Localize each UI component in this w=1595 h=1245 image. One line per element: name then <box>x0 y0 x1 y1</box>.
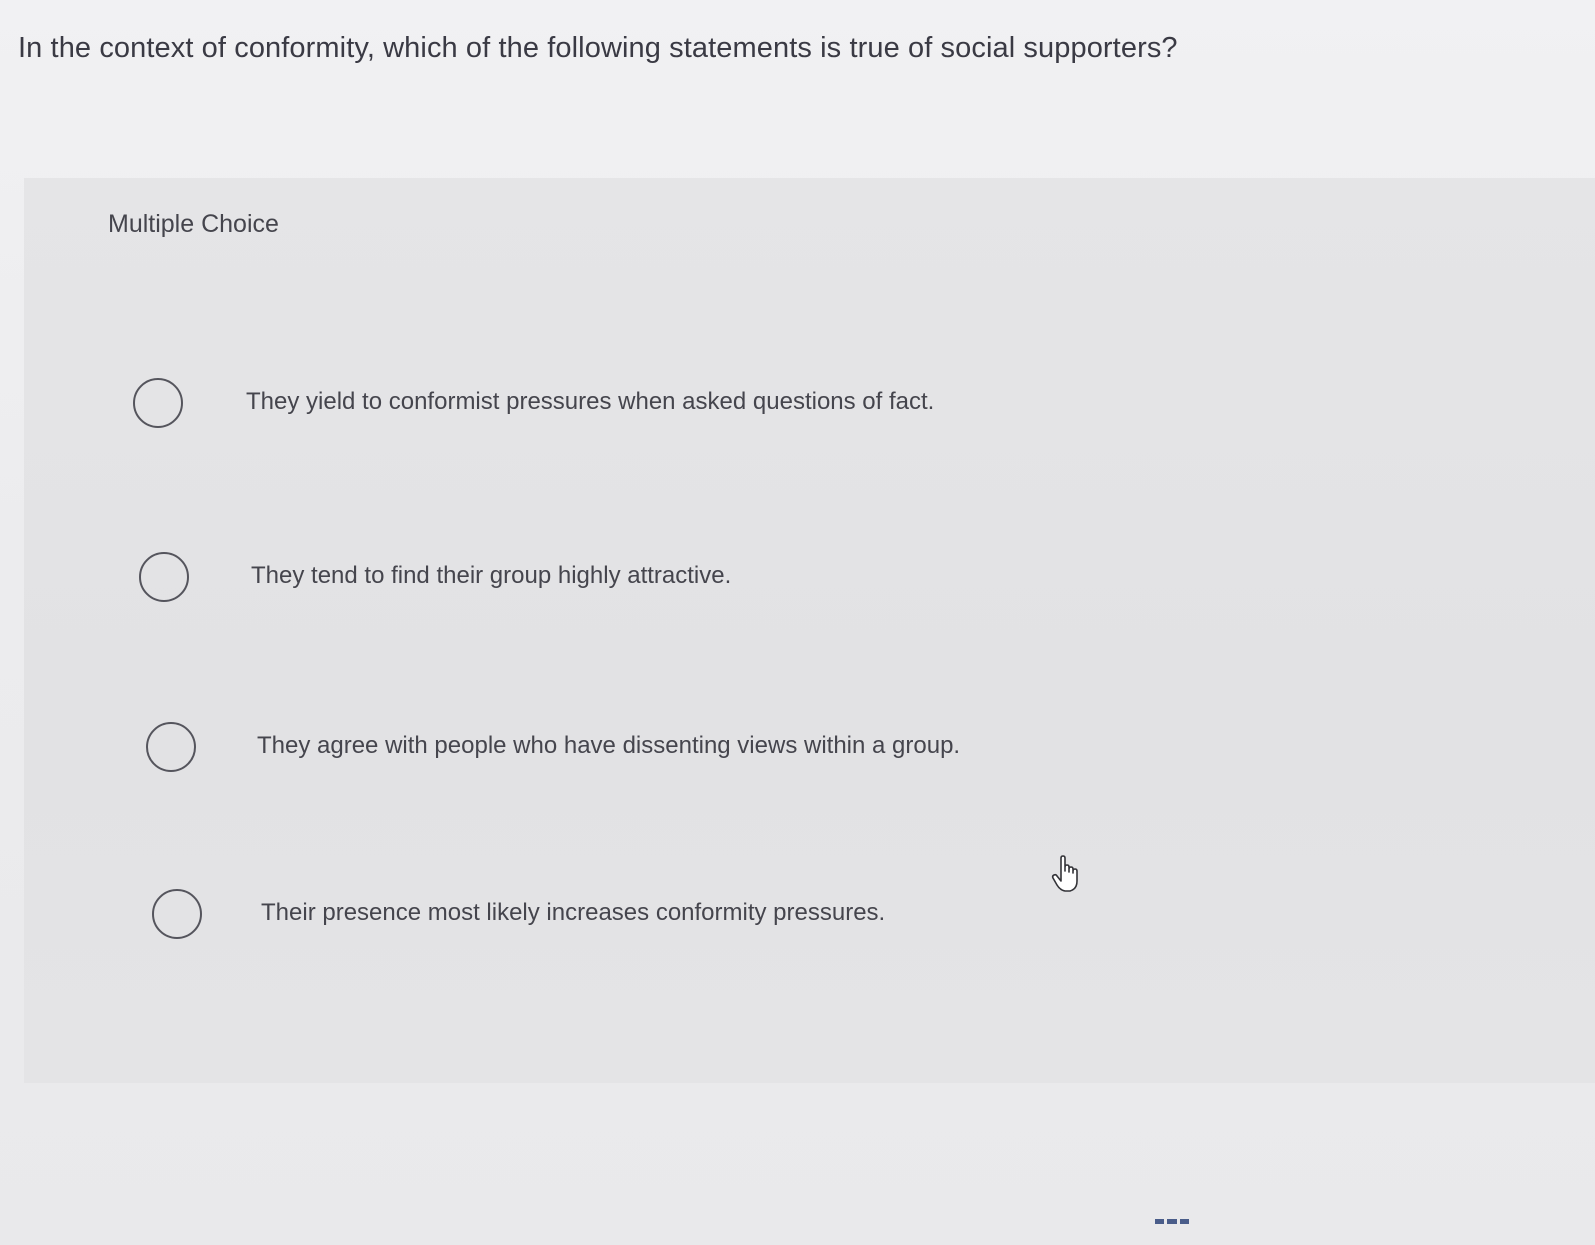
radio-button-icon[interactable] <box>139 552 189 602</box>
answer-option-label[interactable]: They tend to find their group highly att… <box>251 562 731 590</box>
question-text: In the context of conformity, which of t… <box>18 32 1178 64</box>
radio-button-icon[interactable] <box>133 378 183 428</box>
answer-option-1[interactable]: They yield to conformist pressures when … <box>133 374 1033 434</box>
answer-option-label[interactable]: Their presence most likely increases con… <box>261 899 885 927</box>
question-type-label: Multiple Choice <box>108 210 279 238</box>
answer-option-label[interactable]: They agree with people who have dissenti… <box>257 732 960 760</box>
radio-button-icon[interactable] <box>152 889 202 939</box>
radio-button-icon[interactable] <box>146 722 196 772</box>
partial-icon <box>1155 1219 1189 1224</box>
hand-pointer-icon <box>1051 855 1078 892</box>
multiple-choice-panel <box>24 178 1595 1083</box>
answer-option-3[interactable]: They agree with people who have dissenti… <box>146 718 1046 778</box>
answer-option-label[interactable]: They yield to conformist pressures when … <box>246 388 934 416</box>
answer-option-2[interactable]: They tend to find their group highly att… <box>139 548 839 608</box>
answer-option-4[interactable]: Their presence most likely increases con… <box>152 885 952 945</box>
